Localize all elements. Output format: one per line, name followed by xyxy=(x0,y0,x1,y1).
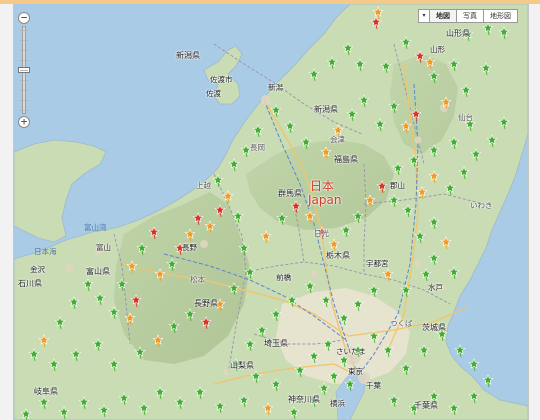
map-label-toyama: 富山 xyxy=(96,243,111,252)
map-type-button-photo[interactable]: 写真 xyxy=(457,9,484,23)
map-label-iwaki: いわき xyxy=(470,201,493,210)
map-label-nagano-ken: 長野県 xyxy=(194,299,218,308)
map-label-niigata-ken-2: 新潟県 xyxy=(314,105,338,114)
map-label-joetsu: 上越 xyxy=(196,181,211,190)
map-label-saitama-ken: 埼玉県 xyxy=(264,339,288,348)
zoom-tick xyxy=(20,90,28,91)
map-label-gifu-ken: 岐阜県 xyxy=(34,387,58,396)
map-label-nikko: 日光 xyxy=(314,229,329,238)
map-label-kanagawa-ken: 神奈川県 xyxy=(288,395,320,404)
zoom-tick xyxy=(20,40,28,41)
zoom-tick xyxy=(20,30,28,31)
map-type-button-terrain[interactable]: 地形図 xyxy=(484,9,518,23)
zoom-tick xyxy=(20,50,28,51)
map-label-koriyama: 郡山 xyxy=(390,181,405,190)
map-label-tokyo: 東京 xyxy=(348,367,363,376)
map-label-fukushima-ken: 福島県 xyxy=(334,155,358,164)
map-label-saitama: さいたま xyxy=(336,347,366,356)
map-type-dropdown-toggle[interactable]: ▾ xyxy=(418,9,430,23)
map-label-maebashi: 前橋 xyxy=(276,273,291,282)
map-canvas[interactable]: 新潟県 佐渡 佐渡市 新潟 新潟県 山形 山形県 福島県 郡山 栃木県 宇都宮 群馬県 前橋 長野県 長野富… xyxy=(13,4,529,420)
map-type-button-map[interactable]: 地図 xyxy=(430,9,457,23)
map-label-nagaoka: 長岡 xyxy=(250,143,265,152)
map-label-nagano: 長野 xyxy=(182,243,197,252)
map-label-niigata: 新潟 xyxy=(268,83,283,92)
zoom-tick xyxy=(20,60,28,61)
map-label-gunma-ken: 群馬県 xyxy=(278,189,302,198)
map-label-ibaraki-ken: 茨城県 xyxy=(422,323,446,332)
zoom-tick xyxy=(20,80,28,81)
zoom-control: − + xyxy=(17,12,31,130)
map-label-mito: 水戸 xyxy=(428,283,443,292)
map-label-kanazawa: 金沢 xyxy=(30,265,45,274)
green-leaf-marker[interactable] xyxy=(468,358,480,372)
map-title-label: 日本 xyxy=(310,179,335,193)
map-type-control: ▾ 地図 写真 地形図 xyxy=(418,9,518,23)
map-label-utsunomiya: 宇都宮 xyxy=(366,259,389,268)
map-label-sado: 佐渡 xyxy=(206,89,221,98)
green-leaf-marker[interactable] xyxy=(482,374,494,388)
map-label-sado-shi: 佐渡市 xyxy=(210,75,233,84)
map-label-matsumoto: 松本 xyxy=(190,275,205,284)
zoom-tick xyxy=(20,100,28,101)
map-label-niigata-ken-1: 新潟県 xyxy=(176,51,200,60)
map-label-sendai: 仙台 xyxy=(458,113,473,122)
zoom-tick xyxy=(20,110,28,111)
map-title-label-en: Japan xyxy=(308,193,342,207)
zoom-out-button[interactable]: − xyxy=(18,12,30,24)
map-label-aizu: 会津 xyxy=(330,135,345,144)
map-label-chiba: 千葉 xyxy=(366,381,381,390)
zoom-in-button[interactable]: + xyxy=(18,116,30,128)
map-label-chiba-ken: 千葉県 xyxy=(414,401,438,410)
map-label-sea-of-japan: 日本海 xyxy=(34,247,57,256)
zoom-tick xyxy=(20,70,28,71)
map-label-yamagata-ken: 山形県 xyxy=(446,29,470,38)
map-label-toyama-ken: 富山県 xyxy=(86,267,110,276)
green-leaf-marker[interactable] xyxy=(454,344,466,358)
map-label-tochigi-ken: 栃木県 xyxy=(326,251,350,260)
map-label-ishikawa-ken: 石川県 xyxy=(18,279,42,288)
map-frame: 新潟県 佐渡 佐渡市 新潟 新潟県 山形 山形県 福島県 郡山 栃木県 宇都宮 群馬県 前橋 長野県 長野富… xyxy=(0,0,540,420)
map-label-yamanashi-ken: 山梨県 xyxy=(230,361,254,370)
map-base xyxy=(14,4,528,420)
map-label-yamagata: 山形 xyxy=(430,45,445,54)
map-label-yokohama: 横浜 xyxy=(330,399,345,408)
map-label-tsukuba: つくば xyxy=(390,319,413,328)
map-label-toyama-bay: 富山湾 xyxy=(84,223,107,232)
